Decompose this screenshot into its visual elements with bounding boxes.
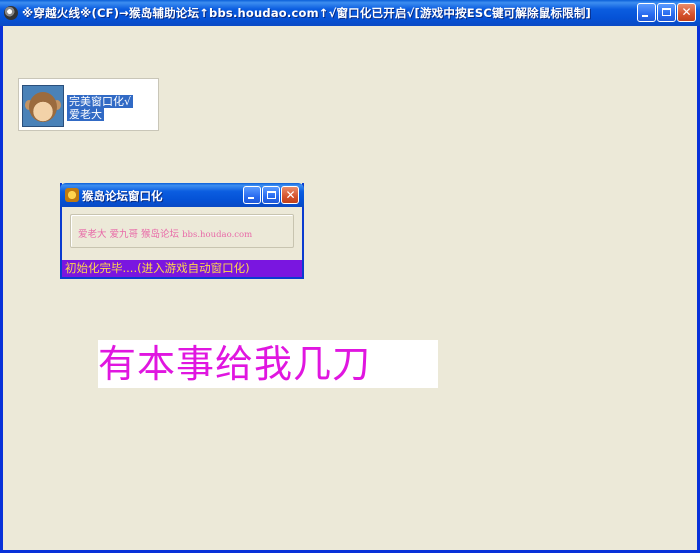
houdao-window: 猴岛论坛窗口化 爱老大 爱九哥 猴岛论坛 bbs.houdao.com 初始化完… — [60, 183, 304, 279]
credits-text: 爱老大 爱九哥 猴岛论坛 bbs.houdao.com — [78, 226, 252, 240]
banner-text: 有本事给我几刀 — [98, 342, 372, 386]
forum-url: bbs.houdao.com — [182, 230, 253, 240]
profile-card: 完美窗口化√ 爱老大 — [18, 78, 159, 131]
main-titlebar[interactable]: ※穿越火线※(CF)→猴岛辅助论坛↑bbs.houdao.com↑√窗口化已开启… — [0, 0, 700, 26]
banner-box: 有本事给我几刀 — [98, 340, 438, 388]
profile-status-label: 完美窗口化√ — [67, 95, 134, 108]
profile-name-label: 爱老大 — [67, 108, 104, 121]
window-title: ※穿越火线※(CF)→猴岛辅助论坛↑bbs.houdao.com↑√窗口化已开启… — [22, 6, 592, 20]
crossfire-app-icon[interactable] — [4, 6, 18, 20]
houdao-titlebar[interactable]: 猴岛论坛窗口化 — [60, 183, 304, 207]
houdao-maximize-button[interactable] — [262, 186, 280, 204]
close-button[interactable] — [677, 3, 696, 22]
maximize-button[interactable] — [657, 3, 676, 22]
credits-names: 爱老大 爱九哥 猴岛论坛 — [78, 229, 180, 240]
monkey-avatar-icon — [22, 85, 64, 127]
houdao-minimize-button[interactable] — [243, 186, 261, 204]
credits-groupbox: 爱老大 爱九哥 猴岛论坛 bbs.houdao.com — [70, 214, 294, 248]
houdao-icon[interactable] — [65, 188, 79, 202]
minimize-button[interactable] — [637, 3, 656, 22]
houdao-window-title: 猴岛论坛窗口化 — [82, 189, 163, 203]
status-bar: 初始化完毕....(进入游戏自动窗口化) — [62, 260, 302, 277]
houdao-close-button[interactable] — [281, 186, 299, 204]
